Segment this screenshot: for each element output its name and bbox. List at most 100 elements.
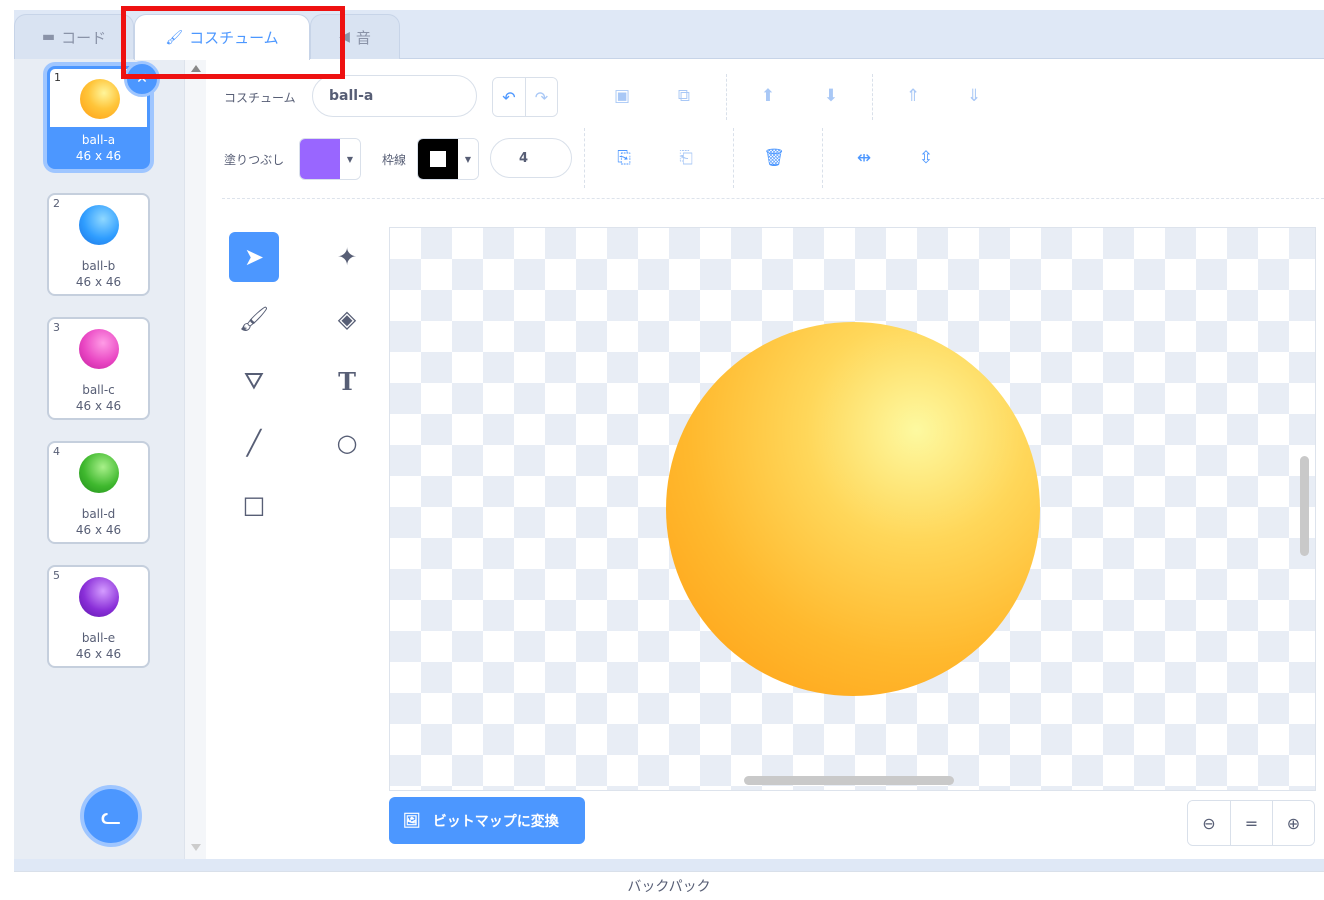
scroll-down-arrow-icon[interactable] xyxy=(191,844,201,851)
back-icon: ⇓ xyxy=(966,86,982,106)
costume-thumbnail xyxy=(79,329,119,369)
code-blocks-icon: ▬ xyxy=(41,29,56,45)
zoom-reset-button[interactable]: = xyxy=(1230,801,1272,845)
costume-size: 46 x 46 xyxy=(75,275,122,289)
canvas-vertical-scrollbar[interactable] xyxy=(1300,456,1309,556)
tab-sound[interactable]: ◀ 音 xyxy=(310,14,400,59)
costume-name: ball-a xyxy=(81,133,116,147)
costume-thumbnail xyxy=(79,453,119,493)
back-button[interactable]: ⇓ xyxy=(958,80,990,112)
zoom-controls: ⊖ = ⊕ xyxy=(1187,800,1315,846)
undo-button[interactable]: ↶ xyxy=(493,78,525,116)
tab-code-label: コード xyxy=(61,28,107,47)
canvas-horizontal-scrollbar[interactable] xyxy=(744,776,954,785)
reshape-icon: ✦ xyxy=(336,243,358,271)
delete-button[interactable]: 🗑 xyxy=(758,142,790,174)
copy-icon: ⎘ xyxy=(617,148,631,168)
paint-editor-app: ▬ コード 🖌 コスチューム ◀ 音 1 ball-a 46 x 46 ✕ 2 … xyxy=(0,0,1324,900)
convert-to-bitmap-button[interactable]: 🖼 ビットマップに変換 xyxy=(389,797,585,844)
equals-icon: = xyxy=(1244,813,1259,833)
text-icon: T xyxy=(338,366,356,396)
costume-thumbnail xyxy=(79,577,119,617)
costume-list-scrollbar[interactable] xyxy=(184,59,206,859)
ungroup-icon: ⧉ xyxy=(677,86,691,106)
add-costume-button[interactable]: ᓚ xyxy=(80,785,142,847)
zoom-in-icon: ⊕ xyxy=(1286,813,1301,833)
arrow-cursor-icon: ➤ xyxy=(243,243,265,271)
ball-shape[interactable] xyxy=(666,322,1040,696)
fill-tool[interactable]: ⛛ xyxy=(229,356,279,406)
front-icon: ⇑ xyxy=(905,86,921,106)
flip-vertical-button[interactable]: ⇳ xyxy=(910,142,942,174)
costume-name-input[interactable]: ball-a xyxy=(312,75,477,117)
outline-color-picker[interactable]: ▼ xyxy=(417,138,479,180)
zoom-in-button[interactable]: ⊕ xyxy=(1272,801,1314,845)
line-icon: ╱ xyxy=(246,429,262,457)
drawing-canvas[interactable] xyxy=(389,227,1316,791)
paste-button[interactable]: ⎗ xyxy=(670,142,702,174)
flip-horizontal-icon: ⇹ xyxy=(856,148,872,168)
delete-costume-button[interactable]: ✕ xyxy=(124,61,160,97)
eraser-tool[interactable]: ◈ xyxy=(322,294,372,344)
costume-size: 46 x 46 xyxy=(75,399,122,413)
front-button[interactable]: ⇑ xyxy=(897,80,929,112)
paint-bucket-icon: ⛛ xyxy=(243,367,265,395)
backpack-label: バックパック xyxy=(627,879,711,895)
costume-name: ball-e xyxy=(81,631,116,645)
left-edge xyxy=(0,0,14,900)
costume-size: 46 x 46 xyxy=(75,149,122,163)
redo-button[interactable]: ↷ xyxy=(525,78,557,116)
rectangle-tool[interactable]: □ xyxy=(229,480,279,530)
brush-icon: 🖌 xyxy=(238,305,270,333)
tab-code[interactable]: ▬ コード xyxy=(14,14,134,59)
ungroup-button[interactable]: ⧉ xyxy=(668,80,700,112)
brush-tool[interactable]: 🖌 xyxy=(229,294,279,344)
paste-icon: ⎗ xyxy=(679,148,693,168)
group-button[interactable]: ▣ xyxy=(606,80,638,112)
forward-button[interactable]: ⬆ xyxy=(752,80,784,112)
image-icon: 🖼 xyxy=(403,812,421,829)
select-tool[interactable]: ➤ xyxy=(229,232,279,282)
circle-tool[interactable]: ○ xyxy=(322,418,372,468)
costume-size: 46 x 46 xyxy=(75,523,122,537)
cat-icon: ᓚ xyxy=(100,802,122,830)
caret-down-icon: ▼ xyxy=(340,139,360,179)
costume-item-3[interactable]: 3 ball-c 46 x 46 xyxy=(47,317,150,420)
costume-number: 2 xyxy=(53,197,60,210)
undo-icon: ↶ xyxy=(502,87,516,107)
zoom-out-icon: ⊖ xyxy=(1202,813,1216,833)
copy-button[interactable]: ⎘ xyxy=(608,142,640,174)
costume-name-label: コスチューム xyxy=(224,91,296,105)
scroll-up-arrow-icon[interactable] xyxy=(191,65,201,72)
backward-icon: ⬇ xyxy=(823,86,839,106)
costume-thumbnail xyxy=(79,205,119,245)
reshape-tool[interactable]: ✦ xyxy=(322,232,372,282)
outline-color-swatch xyxy=(418,139,458,179)
costume-item-5[interactable]: 5 ball-e 46 x 46 xyxy=(47,565,150,668)
fill-color-picker[interactable]: ▼ xyxy=(299,138,361,180)
line-tool[interactable]: ╱ xyxy=(229,418,279,468)
costume-number: 3 xyxy=(53,321,60,334)
forward-icon: ⬆ xyxy=(760,86,776,106)
costume-number: 1 xyxy=(54,71,61,84)
undo-redo-group: ↶ ↷ xyxy=(492,77,558,117)
speaker-icon: ◀ xyxy=(339,29,350,45)
tab-bar: ▬ コード 🖌 コスチューム ◀ 音 xyxy=(14,10,1324,60)
backward-button[interactable]: ⬇ xyxy=(815,80,847,112)
costume-item-4[interactable]: 4 ball-d 46 x 46 xyxy=(47,441,150,544)
costume-number: 5 xyxy=(53,569,60,582)
costume-name: ball-b xyxy=(81,259,116,273)
redo-icon: ↷ xyxy=(534,87,549,107)
group-icon: ▣ xyxy=(613,86,631,106)
flip-vertical-icon: ⇳ xyxy=(918,148,934,168)
text-tool[interactable]: T xyxy=(322,356,372,406)
tab-costume[interactable]: 🖌 コスチューム xyxy=(134,14,310,60)
flip-horizontal-button[interactable]: ⇹ xyxy=(848,142,880,174)
trash-icon: 🗑 xyxy=(763,148,785,168)
zoom-out-button[interactable]: ⊖ xyxy=(1188,801,1230,845)
backpack-bar[interactable]: バックパック xyxy=(14,871,1324,900)
costume-item-2[interactable]: 2 ball-b 46 x 46 xyxy=(47,193,150,296)
fill-color-swatch xyxy=(300,139,340,179)
fill-label: 塗りつぶし xyxy=(224,153,285,167)
outline-width-input[interactable]: 4 xyxy=(490,138,572,178)
